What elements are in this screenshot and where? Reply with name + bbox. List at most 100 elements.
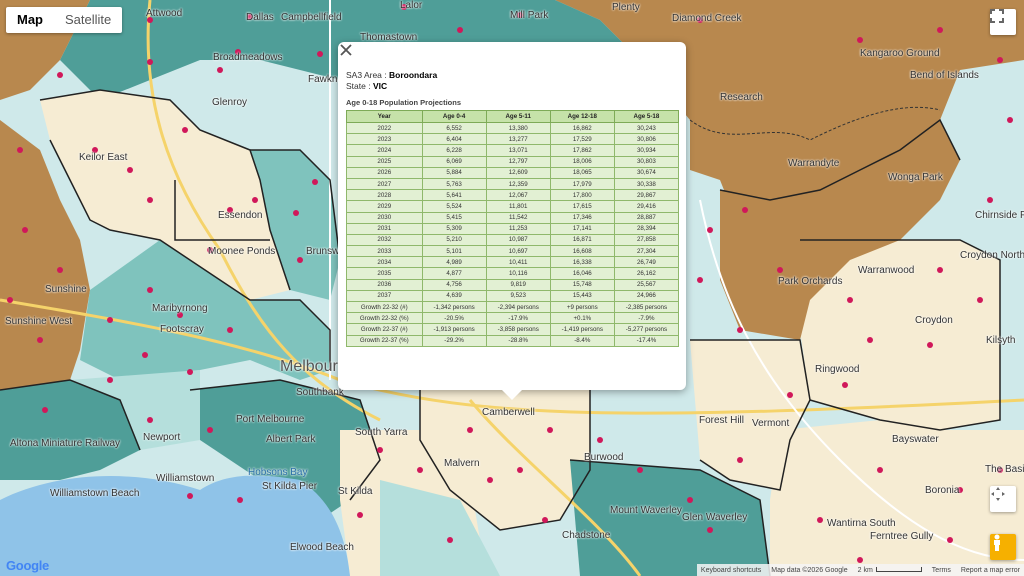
table-cell: 25,567 — [613, 278, 680, 291]
table-cell: 17,862 — [549, 144, 615, 157]
map-type-control: Map Satellite — [6, 7, 123, 33]
state-label: State : — [346, 81, 371, 91]
place-label: Elwood Beach — [290, 542, 354, 553]
place-label: Kilsyth — [986, 335, 1016, 346]
table-cell: 12,359 — [485, 177, 551, 191]
terms-link[interactable]: Terms — [932, 567, 951, 574]
table-cell: 17,615 — [549, 200, 615, 213]
table-cell: 2032 — [346, 233, 423, 247]
table-cell: +9 persons — [549, 300, 615, 314]
place-label: Essendon — [218, 210, 263, 221]
table-cell: 2023 — [346, 133, 423, 146]
place-label: Malvern — [444, 458, 480, 469]
table-cell: 11,542 — [485, 211, 551, 224]
table-cell: -20.5% — [421, 312, 487, 325]
table-cell: 4,989 — [421, 256, 487, 269]
place-label: Forest Hill — [699, 415, 745, 426]
place-label: Plenty — [612, 2, 640, 13]
state-line: State : VIC — [346, 81, 678, 92]
table-cell: 30,934 — [613, 144, 680, 157]
report-map-error-link[interactable]: Report a map error — [961, 567, 1020, 574]
table-cell: 16,046 — [549, 267, 615, 280]
table-cell: 29,416 — [613, 200, 680, 213]
table-cell: 2024 — [346, 144, 423, 157]
table-cell: 5,763 — [421, 177, 487, 191]
table-cell: Growth 22-37 (#) — [346, 323, 423, 336]
street-view-pegman-button[interactable] — [990, 534, 1016, 560]
table-cell: -2,394 persons — [485, 300, 551, 314]
table-row: 2023 6,404 13,277 17,529 30,806 — [346, 133, 680, 146]
table-row: 2032 5,210 10,987 16,871 27,858 — [346, 233, 680, 247]
table-cell: 6,228 — [421, 144, 487, 157]
table-cell: 17,979 — [549, 177, 615, 191]
map-type-satellite-button[interactable]: Satellite — [54, 7, 122, 33]
area-value: Boroondara — [389, 70, 438, 80]
place-label: Campbellfield — [281, 12, 342, 23]
table-row: 2031 5,309 11,253 17,141 28,394 — [346, 222, 680, 235]
place-label: Park Orchards — [778, 276, 843, 287]
place-label: Bayswater — [892, 434, 939, 445]
table-row: Growth 22-32 (#) -1,342 persons -2,394 per… — [346, 300, 680, 314]
table-cell: 10,987 — [485, 233, 551, 247]
table-cell: -17.9% — [485, 312, 551, 325]
area-line: SA3 Area : Boroondara — [346, 70, 678, 81]
table-cell: 2028 — [346, 189, 423, 202]
pan-control-button[interactable] — [990, 486, 1016, 512]
table-cell: 15,748 — [549, 278, 615, 291]
place-label: Vermont — [752, 418, 790, 429]
state-value: VIC — [372, 81, 388, 91]
table-cell: -17.4% — [613, 334, 680, 347]
table-cell: 12,797 — [485, 155, 551, 168]
table-cell: Growth 22-37 (%) — [346, 334, 423, 347]
google-logo-text: Google — [6, 558, 49, 573]
table-row: 2034 4,989 10,411 16,338 26,749 — [346, 256, 680, 269]
place-label: Mill Park — [510, 10, 549, 21]
table-cell: 5,309 — [421, 222, 487, 235]
place-label: Wonga Park — [888, 172, 943, 183]
table-row: 2029 5,524 11,801 17,615 29,416 — [346, 200, 680, 213]
table-cell: 16,608 — [549, 245, 615, 258]
map-type-map-button[interactable]: Map — [6, 7, 54, 33]
place-label: Burwood — [584, 452, 624, 463]
table-cell: Growth 22-32 (%) — [346, 312, 423, 325]
place-label: Southbank — [296, 387, 344, 398]
table-cell: 6,069 — [421, 155, 487, 168]
table-cell: 6,404 — [421, 133, 487, 146]
place-label: Hobsons Bay — [248, 467, 308, 478]
table-cell: 2022 — [346, 121, 423, 135]
table-cell: 26,162 — [613, 267, 680, 280]
table-row: Growth 22-32 (%) -20.5% -17.9% +0.1% -7.9% — [346, 312, 680, 325]
table-cell: 30,243 — [613, 121, 680, 135]
info-window: SA3 Area : Boroondara State : VIC Age 0-… — [338, 42, 686, 400]
map-canvas[interactable]: Attwood Dallas Campbellfield Lalor Mill … — [0, 0, 1024, 576]
scale-bar — [875, 566, 922, 572]
table-cell: 16,338 — [549, 256, 615, 269]
table-body: 2022 6,552 13,380 16,862 30,243 2023 6,404 13,2… — [346, 121, 680, 347]
scale-control[interactable]: 2 km — [858, 566, 922, 574]
table-cell: 17,141 — [549, 222, 615, 235]
place-label: Kangaroo Ground — [860, 48, 940, 59]
table-cell: 2033 — [346, 245, 423, 258]
table-title: Age 0-18 Population Projections — [346, 98, 462, 107]
table-cell: -5,277 persons — [613, 323, 680, 336]
fullscreen-button[interactable] — [990, 9, 1016, 35]
table-row: 2022 6,552 13,380 16,862 30,243 — [346, 121, 680, 135]
map-data-text: Map data ©2026 Google — [771, 566, 848, 574]
table-cell: -1,913 persons — [421, 323, 487, 336]
table-cell: 11,801 — [485, 200, 551, 213]
table-cell: -1,342 persons — [421, 300, 487, 314]
table-cell: 5,210 — [421, 233, 487, 247]
projection-table: Year Age 0-4 Age 5-11 Age 12-18 Age 5-18 202… — [346, 110, 680, 347]
place-label: St Kilda — [338, 486, 373, 497]
google-logo: Google — [6, 558, 49, 573]
place-label: Keilor East — [79, 152, 128, 163]
table-row: 2037 4,639 9,523 15,443 24,966 — [346, 289, 680, 303]
table-cell: 12,609 — [485, 166, 551, 179]
table-cell: 4,639 — [421, 289, 487, 303]
table-cell: 2035 — [346, 267, 423, 280]
table-cell: 9,523 — [485, 289, 551, 303]
close-icon[interactable] — [338, 42, 354, 58]
keyboard-shortcuts-link[interactable]: Keyboard shortcuts — [701, 567, 761, 574]
table-header-cell: Age 5-18 — [613, 110, 680, 123]
place-label: Williamstown Beach — [50, 488, 140, 499]
